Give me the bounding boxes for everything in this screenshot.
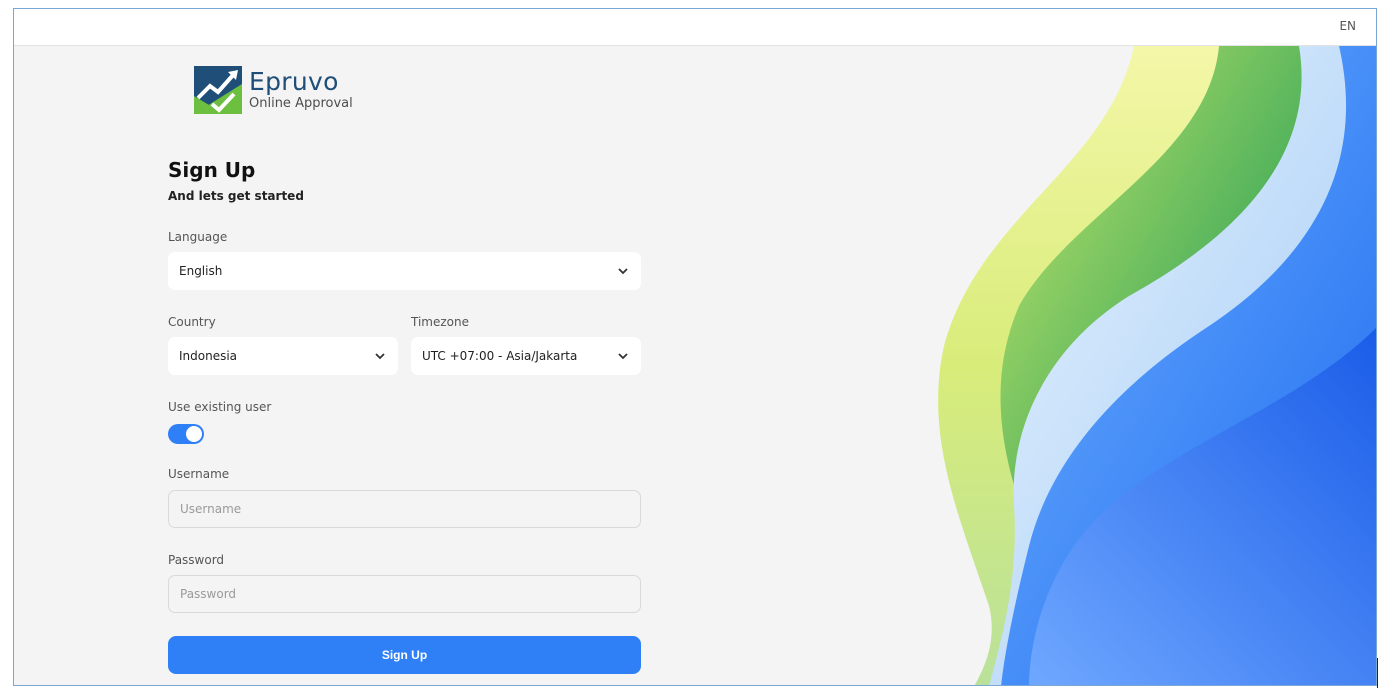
page-subtitle: And lets get started <box>168 189 304 203</box>
brand-name: Epruvo <box>249 67 339 96</box>
language-switcher[interactable]: EN <box>1339 19 1356 33</box>
language-value: English <box>179 264 223 278</box>
chart-check-logo-icon <box>194 66 242 114</box>
page-title: Sign Up <box>168 158 256 182</box>
existing-user-toggle[interactable] <box>168 424 204 444</box>
timezone-value: UTC +07:00 - Asia/Jakarta <box>422 349 578 363</box>
text-cursor <box>1377 658 1378 688</box>
chevron-down-icon <box>618 353 628 360</box>
timezone-select[interactable]: UTC +07:00 - Asia/Jakarta <box>411 337 641 375</box>
password-input[interactable] <box>168 575 641 613</box>
toggle-knob <box>186 426 202 442</box>
top-bar: EN <box>14 9 1376 46</box>
username-label: Username <box>168 467 230 481</box>
app-window: EN Epruvo Online Approval Sign Up And le… <box>13 8 1377 686</box>
password-label: Password <box>168 553 225 567</box>
language-label: Language <box>168 230 228 244</box>
country-select[interactable]: Indonesia <box>168 337 398 375</box>
brand-logo: Epruvo Online Approval <box>194 66 353 114</box>
username-input[interactable] <box>168 490 641 528</box>
brand-tagline: Online Approval <box>249 96 353 111</box>
timezone-label: Timezone <box>411 315 469 329</box>
country-label: Country <box>168 315 216 329</box>
country-value: Indonesia <box>179 349 238 363</box>
chevron-down-icon <box>375 353 385 360</box>
existing-user-label: Use existing user <box>168 400 272 414</box>
chevron-down-icon <box>618 268 628 275</box>
decorative-wave-illustration <box>938 46 1376 685</box>
language-select[interactable]: English <box>168 252 641 290</box>
signup-form: Sign Up And lets get started Language En… <box>168 157 642 685</box>
sign-up-button[interactable]: Sign Up <box>168 636 641 674</box>
